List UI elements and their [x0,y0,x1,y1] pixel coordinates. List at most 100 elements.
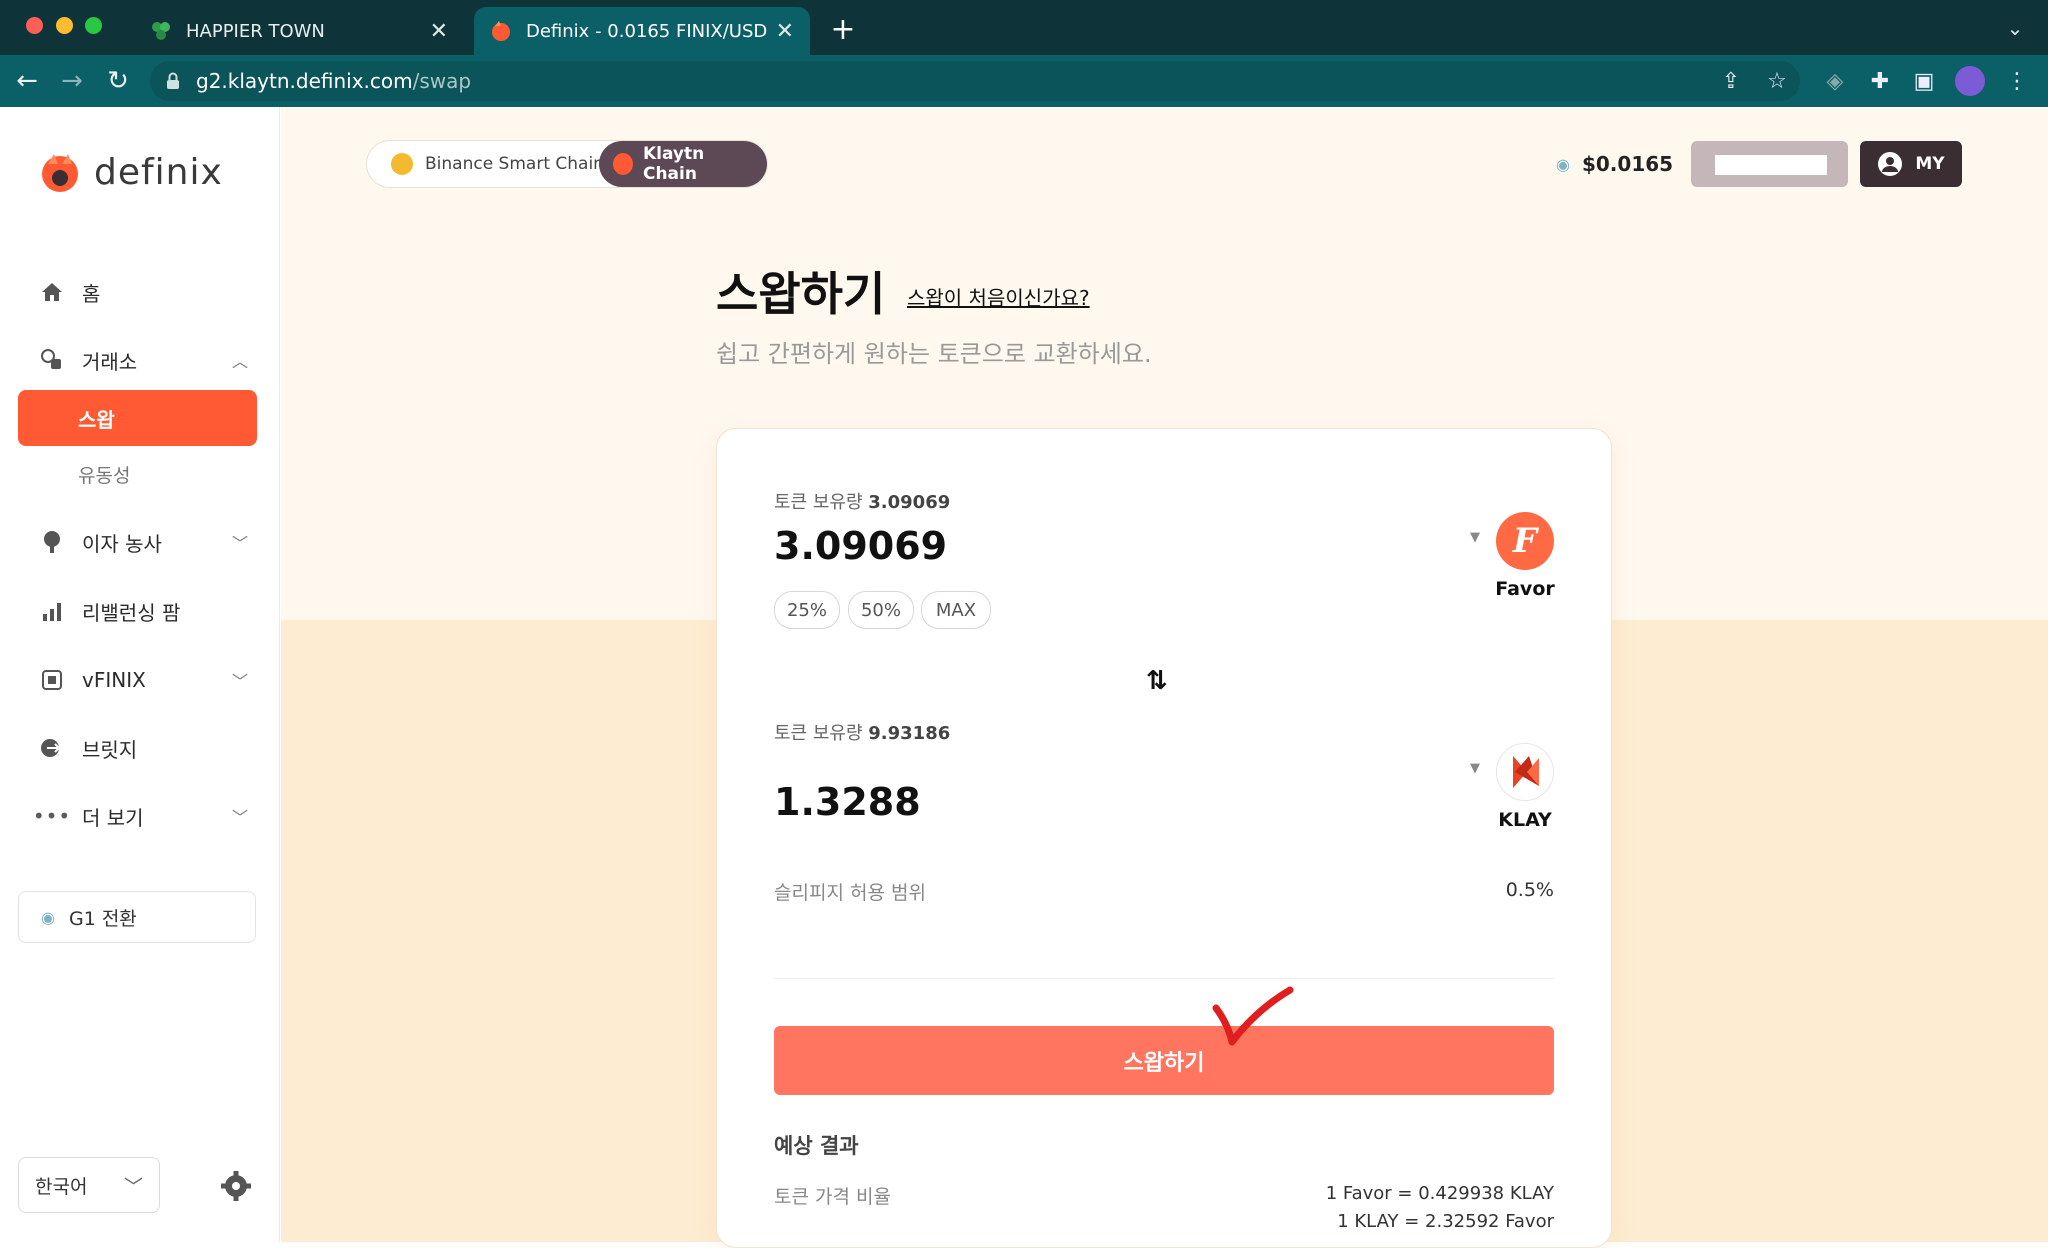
sidebar-item-label: 유동성 [78,464,131,487]
sidebar-item-label: 더 보기 [82,805,144,830]
tab-definix[interactable]: Definix - 0.0165 FINIX/USD ✕ [474,7,810,55]
chevron-down-icon: ﹀ [231,808,248,827]
chevron-down-icon: ﹀ [231,672,248,691]
tab-close-icon[interactable]: ✕ [776,19,794,44]
reload-icon[interactable]: ↻ [101,64,135,98]
profile-avatar[interactable] [1955,66,1985,96]
percent-50-button[interactable]: 50% [848,591,914,629]
rate-value-2: 1 KLAY = 2.32592 Favor [1337,1211,1554,1232]
balance-label: 토큰 보유량 [774,723,863,744]
chain-label: Klaytn Chain [642,144,705,184]
chain-option-bsc[interactable]: Binance Smart Chain [377,141,618,187]
g1-switch-button[interactable]: ◉ G1 전환 [18,891,256,943]
my-button[interactable]: MY [1860,141,1962,187]
bnb-icon [391,153,413,175]
bar-chart-icon [38,597,66,625]
price-value: $0.0165 [1581,152,1674,176]
sidebar-item-label: vFINIX [82,668,146,692]
klaytn-signal-icon: ◉ [41,907,55,927]
red-checkmark-annotation [1212,986,1294,1046]
from-amount-input[interactable]: 3.09069 [774,524,947,568]
caret-down-icon[interactable]: ▼ [1470,761,1480,776]
slippage-value[interactable]: 0.5% [1480,879,1554,901]
bookmark-star-icon[interactable]: ☆ [1760,64,1794,98]
window-zoom-button[interactable] [85,17,102,34]
window-minimize-button[interactable] [56,17,73,34]
browser-menu-icon[interactable]: ⋮ [2000,64,2034,98]
definix-logo-icon [42,154,78,192]
percent-25-button[interactable]: 25% [774,591,840,629]
tab-title: HAPPIER TOWN [186,20,325,42]
from-token-symbol[interactable]: Favor [1480,578,1570,600]
balance-label: 토큰 보유량 [774,492,863,513]
logo-text: definix [94,151,223,193]
swap-submit-button[interactable]: 스왑하기 [774,1026,1554,1095]
back-arrow-icon[interactable]: ← [10,64,44,98]
sidebar-item-label: 리밸런싱 팜 [82,600,181,625]
language-value: 한국어 [35,1175,88,1198]
sidebar-item-swap[interactable]: 스왑 [18,390,257,446]
redacted-wallet-address [1715,155,1827,175]
favor-token-icon[interactable]: F [1496,512,1554,570]
new-tab-icon[interactable]: + [828,13,858,47]
sidebar-item-label: 거래소 [82,349,138,374]
url-host: g2.klaytn.definix.com [196,69,413,93]
to-token-symbol[interactable]: KLAY [1480,809,1570,831]
sidebar-item-label: 스왑 [78,407,115,432]
language-select[interactable]: 한국어 ﹀ [18,1157,160,1213]
url-path: /swap [412,69,472,93]
extensions-puzzle-icon[interactable]: ✚ [1863,64,1897,98]
extension-klaytn-icon[interactable]: ◈ [1818,64,1852,98]
connect-wallet-button[interactable] [1691,141,1848,187]
settings-gear-icon[interactable] [218,1168,254,1204]
address-bar[interactable]: g2.klaytn.definix.com/swap [150,61,1800,101]
chain-option-klaytn[interactable]: Klaytn Chain [599,141,767,187]
g1-switch-label: G1 전환 [68,907,137,930]
klay-token-icon[interactable] [1496,743,1554,801]
result-title: 예상 결과 [774,1134,859,1158]
max-button[interactable]: MAX [921,591,991,629]
definix-favicon-icon [492,21,510,41]
sidebar-item-rebalancing-farm[interactable]: 리밸런싱 팜 [38,591,248,631]
to-balance: 토큰 보유량 9.93186 [774,719,950,745]
sidebar-item-vfinix[interactable]: vFINIX ﹀ [38,660,248,700]
caret-down-icon[interactable]: ▼ [1470,530,1480,545]
sidebar-item-exchange[interactable]: 거래소 ︿ [38,340,248,380]
sidebar-item-home[interactable]: 홈 [38,272,248,312]
chevron-down-icon: ﹀ [123,1175,143,1198]
chevron-down-icon: ﹀ [231,534,248,553]
divider [774,978,1554,979]
forward-arrow-icon[interactable]: → [55,64,89,98]
page-title: 스왑하기 [716,267,886,321]
user-icon [1878,152,1903,176]
tab-happier-town[interactable]: HAPPIER TOWN ✕ [134,7,464,55]
sidebar-item-bridge[interactable]: 브릿지 [38,728,248,768]
sidebar-item-label: 이자 농사 [82,531,162,556]
to-amount-input[interactable]: 1.3288 [774,780,921,824]
from-balance: 토큰 보유량 3.09069 [774,488,950,514]
window-close-button[interactable] [26,17,43,34]
sidebar-item-farm[interactable]: 이자 농사 ﹀ [38,522,248,562]
klaytn-chain-icon [613,153,633,175]
balance-value: 3.09069 [868,492,951,513]
slippage-label: 슬리피지 허용 범위 [774,882,926,904]
rate-label: 토큰 가격 비율 [774,1186,891,1208]
chain-switcher: Binance Smart Chain Klaytn Chain [366,140,768,188]
tab-search-chevron-icon[interactable]: ⌄ [2000,16,2030,44]
home-icon [38,278,66,306]
sidebar-panel-icon[interactable]: ▣ [1907,64,1941,98]
tab-title: Definix - 0.0165 FINIX/USD [526,20,768,42]
bridge-icon [38,734,66,762]
my-label: MY [1915,154,1945,174]
submit-label: 스왑하기 [1123,1050,1205,1076]
farm-icon [38,528,66,556]
swap-direction-icon[interactable]: ⇅ [1146,666,1168,696]
sidebar-item-liquidity[interactable]: 유동성 [78,454,288,494]
share-icon[interactable]: ⇪ [1714,64,1748,98]
definix-logo[interactable]: definix [38,150,223,194]
sidebar-item-more[interactable]: ••• 더 보기 ﹀ [33,796,248,836]
finix-price: ◉ $0.0165 [1556,152,1673,176]
finix-token-icon: ◉ [1556,154,1570,174]
swap-help-link[interactable]: 스왑이 처음이신가요? [907,282,1090,311]
tab-close-icon[interactable]: ✕ [430,19,448,44]
